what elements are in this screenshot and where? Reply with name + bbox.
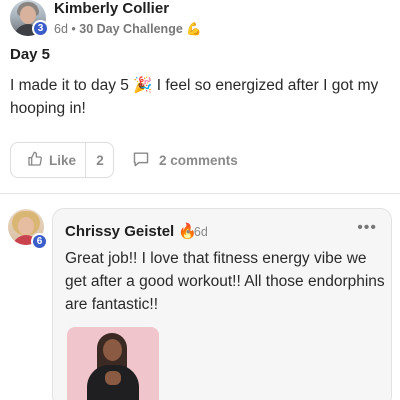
commenter-avatar[interactable]: 6: [8, 209, 48, 250]
post-title: Day 5: [10, 46, 51, 63]
category-emoji: 💪: [186, 21, 202, 36]
post-header: 3 Kimberly Collier 6d • 30 Day Challenge…: [8, 0, 392, 40]
comment-attachment-image[interactable]: [67, 327, 159, 400]
more-horizontal-icon[interactable]: •••: [357, 219, 377, 237]
section-divider: [0, 193, 400, 194]
author-level-badge: 3: [32, 20, 49, 37]
post-time: 6d: [54, 22, 68, 36]
comment-time: 6d: [193, 225, 208, 239]
comment-separator: •: [186, 225, 191, 239]
comment-body: Great job!! I love that fitness energy v…: [65, 250, 385, 313]
commenter-name[interactable]: Chrissy Geistel 🔥: [65, 222, 197, 240]
commenter-level-badge: 6: [31, 233, 48, 250]
post-category[interactable]: 30 Day Challenge: [79, 22, 183, 36]
comment-meta: • 6d: [186, 225, 208, 239]
comments-button[interactable]: 2 comments: [132, 142, 238, 178]
author-avatar[interactable]: 3: [10, 0, 49, 37]
comments-label: 2 comments: [159, 152, 238, 168]
like-count[interactable]: 2: [86, 143, 114, 177]
meta-separator: •: [71, 22, 76, 36]
speech-bubble-icon: [132, 151, 150, 170]
post-meta: 6d • 30 Day Challenge 💪: [54, 21, 202, 37]
author-name[interactable]: Kimberly Collier: [54, 0, 169, 17]
like-label: Like: [49, 152, 77, 168]
like-button[interactable]: Like: [11, 143, 85, 177]
comment-bubble: Chrissy Geistel 🔥 • 6d ••• Great job!! I…: [52, 208, 392, 400]
post-body: I made it to day 5 🎉 I feel so energized…: [10, 77, 379, 117]
commenter-name-text: Chrissy Geistel: [65, 223, 175, 240]
thumbs-up-icon: [27, 151, 43, 170]
like-control: Like 2: [10, 142, 114, 178]
